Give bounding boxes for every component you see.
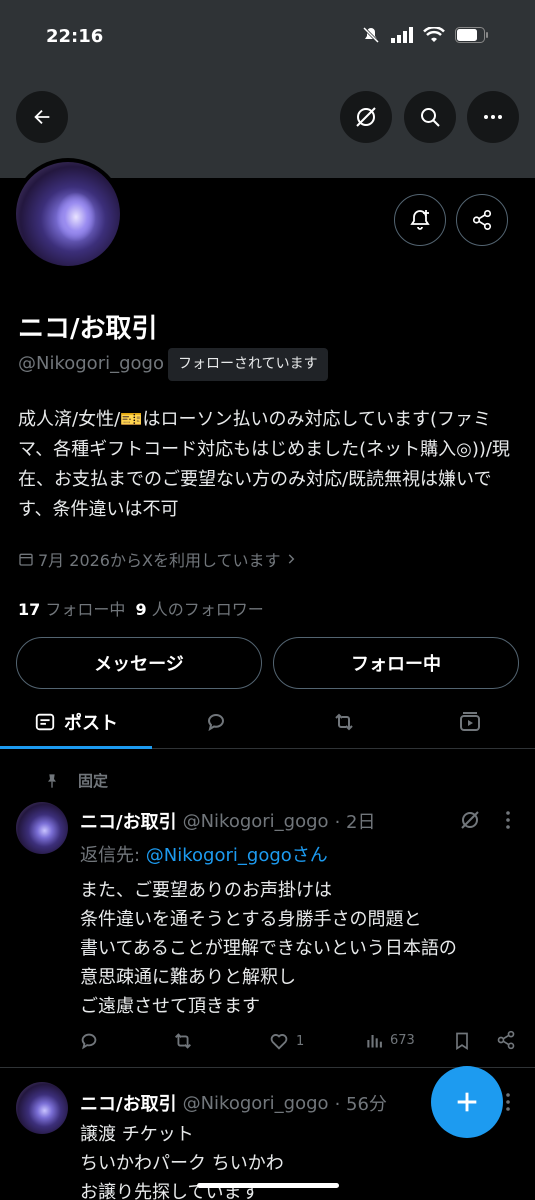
post-text: また、ご要望ありのお声掛けは 条件違いを通そうとする身勝手さの問題と 書いてある… [80, 880, 457, 1017]
post-author-handle[interactable]: @Nikogori_gogo [183, 811, 329, 832]
profile-tabs: ポスト [0, 695, 535, 749]
profile-handle: @Nikogori_gogo [18, 353, 164, 374]
arrow-left-icon [34, 109, 50, 125]
share-button[interactable] [456, 194, 508, 246]
status-icons [361, 26, 489, 44]
reply-to: 返信先: @Nikogori_gogoさん [80, 841, 328, 867]
active-tab-indicator [0, 746, 152, 749]
signal-icon [391, 27, 413, 43]
battery-icon [455, 27, 488, 43]
grok-button[interactable] [340, 91, 392, 143]
post-avatar[interactable] [16, 802, 68, 854]
message-button[interactable]: メッセージ [16, 637, 262, 689]
status-time: 22:16 [46, 26, 104, 47]
more-horizontal-icon [484, 115, 502, 119]
post-author-name[interactable]: ニコ/お取引 [80, 808, 177, 834]
grok-icon [356, 107, 376, 127]
home-indicator[interactable] [197, 1183, 339, 1188]
views-action[interactable]: 673 [364, 1030, 415, 1050]
followers-label[interactable]: 人のフォロワー [152, 600, 264, 619]
post-actions: 1 673 [78, 1030, 518, 1058]
pinned-label: 固定 [78, 772, 109, 790]
following-label[interactable]: フォロー中 [45, 600, 125, 619]
tab-posts[interactable]: ポスト [0, 695, 152, 749]
pinned-row: 固定 [44, 770, 108, 791]
profile-bio: 成人済/女性/🎫はローソン払いのみ対応しています(ファミマ、各種ギフトコード対応… [18, 409, 510, 520]
video-icon [460, 712, 480, 731]
repost-icon [175, 1033, 191, 1049]
search-icon [421, 108, 440, 127]
reply-icon [81, 1033, 97, 1050]
share-icon [497, 1030, 515, 1050]
post-header: ニコ/お取引 @Nikogori_gogo · 2日 [80, 808, 375, 834]
like-action[interactable]: 1 [268, 1030, 304, 1052]
display-name: ニコ/お取引 [18, 314, 158, 344]
post-time[interactable]: · 2日 [335, 808, 376, 834]
share-action[interactable] [496, 1030, 516, 1050]
posts-icon [35, 713, 55, 731]
joined-text: 7月 2026からXを利用しています [38, 551, 281, 570]
like-count: 1 [296, 1033, 305, 1049]
bookmark-action[interactable] [452, 1030, 472, 1052]
pin-icon [48, 773, 56, 788]
wifi-icon [423, 27, 445, 42]
follows-you-badge: フォローされています [168, 348, 328, 381]
back-button[interactable] [16, 91, 68, 143]
following-count[interactable]: 17 [18, 600, 40, 619]
more-button[interactable] [467, 91, 519, 143]
joined-date[interactable]: 7月 2026からXを利用しています [18, 547, 298, 571]
calendar-icon [19, 553, 33, 566]
bookmark-icon [456, 1032, 468, 1051]
notify-button[interactable] [394, 194, 446, 246]
heart-icon [270, 1034, 288, 1050]
tab-media[interactable] [394, 695, 535, 749]
chevron-right-icon [289, 554, 295, 564]
follow-counts: 17 フォロー中 9 人のフォロワー [18, 596, 264, 620]
view-count: 673 [390, 1032, 415, 1048]
compose-button[interactable] [431, 1066, 503, 1138]
search-button[interactable] [404, 91, 456, 143]
following-button[interactable]: フォロー中 [273, 637, 519, 689]
followers-count[interactable]: 9 [136, 600, 147, 619]
more-vertical-icon[interactable] [496, 808, 520, 832]
repost-icon [335, 713, 353, 731]
profile-avatar[interactable] [12, 158, 124, 270]
reply-prefix: 返信先: [80, 845, 146, 866]
reply-icon [207, 714, 225, 732]
status-bar: 22:16 [0, 0, 535, 72]
post-time[interactable]: · 56分 [335, 1090, 387, 1116]
repost-action[interactable] [172, 1030, 194, 1052]
tab-posts-label: ポスト [64, 713, 118, 734]
grok-icon[interactable] [458, 808, 482, 832]
post-author-handle[interactable]: @Nikogori_gogo [183, 1093, 329, 1114]
plus-icon [457, 1092, 477, 1112]
mute-icon [362, 26, 380, 44]
bell-plus-icon [410, 210, 430, 230]
post-author-name[interactable]: ニコ/お取引 [80, 1090, 177, 1116]
post-header: ニコ/お取引 @Nikogori_gogo · 56分 [80, 1090, 387, 1116]
reply-action[interactable] [78, 1030, 100, 1052]
bar-chart-icon [367, 1035, 382, 1048]
post-avatar[interactable] [16, 1082, 68, 1134]
reply-target-link[interactable]: @Nikogori_gogoさん [146, 845, 328, 866]
share-icon [472, 210, 492, 230]
